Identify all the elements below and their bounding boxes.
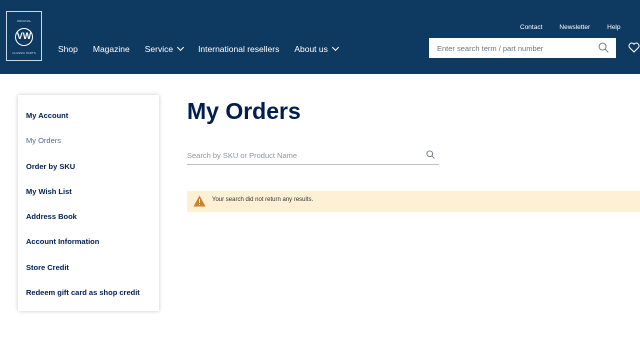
site-header: ORIGINAL VW CLASSIC PARTS Shop Magazine … [0,0,640,74]
logo-bottom-text: CLASSIC PARTS [12,51,36,55]
nav-service-label: Service [144,44,174,54]
header-search [429,38,616,58]
nav-about-us[interactable]: About us [294,43,339,54]
vw-classic-parts-logo[interactable]: ORIGINAL VW CLASSIC PARTS [6,11,42,61]
search-icon[interactable] [598,42,609,53]
nav-about-us-label: About us [294,44,328,54]
sidebar-item-account-information[interactable]: Account Information [26,237,99,246]
nav-magazine-label: Magazine [92,44,130,54]
nav-service[interactable]: Service [144,43,185,54]
no-results-notice: Your search did not return any results. [187,191,640,212]
nav-shop-label: Shop [58,44,78,54]
sidebar-item-my-orders[interactable]: My Orders [26,136,61,145]
order-search [187,147,439,165]
nav-magazine[interactable]: Magazine [93,44,130,54]
heart-icon[interactable] [628,42,640,53]
nav-international-resellers[interactable]: International resellers [198,44,279,54]
newsletter-link[interactable]: Newsletter [559,24,590,31]
sidebar-item-my-wish-list[interactable]: My Wish List [26,187,72,196]
sidebar-item-address-book[interactable]: Address Book [26,212,77,221]
sidebar-item-redeem-gift-card[interactable]: Redeem gift card as shop credit [26,288,140,297]
chevron-down-icon [331,43,339,52]
sidebar-item-order-by-sku[interactable]: Order by SKU [26,162,75,171]
nav-shop[interactable]: Shop [58,44,78,54]
help-link[interactable]: Help [607,24,620,31]
top-links: Contact Newsletter Help [520,24,638,31]
contact-link[interactable]: Contact [520,24,542,31]
notice-text: Your search did not return any results. [212,197,314,203]
sidebar-item-store-credit[interactable]: Store Credit [26,263,69,272]
logo-top-text: ORIGINAL [16,19,32,23]
warning-icon [193,195,206,207]
sidebar-item-my-account[interactable]: My Account [26,111,68,120]
header-search-input[interactable] [437,41,587,55]
search-icon[interactable] [426,150,435,159]
nav-international-resellers-label: International resellers [198,44,280,54]
page-title: My Orders [187,98,301,124]
order-search-input[interactable] [187,149,407,161]
vw-logo-icon: VW [15,28,33,46]
account-sidebar: My Account My Orders Order by SKU My Wis… [18,95,159,311]
chevron-down-icon [177,43,185,52]
main-nav: Shop Magazine Service International rese… [58,43,353,54]
